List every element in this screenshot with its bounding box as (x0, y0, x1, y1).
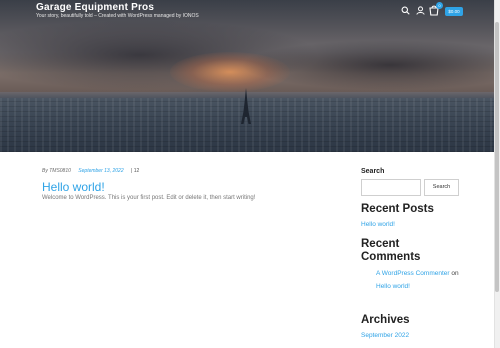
site-title[interactable]: Garage Equipment Pros (36, 2, 154, 13)
eiffel-tower-icon (241, 88, 251, 124)
search-button[interactable]: Search (424, 179, 459, 196)
comment-author-link[interactable]: A WordPress Commenter (376, 270, 450, 277)
search-icon[interactable] (401, 6, 410, 15)
hero-banner: Garage Equipment Pros Your story, beauti… (0, 0, 500, 152)
search-widget-heading: Search (361, 168, 385, 175)
comment-post-link[interactable]: Hello world! (376, 283, 410, 290)
post-excerpt: Welcome to WordPress. This is your first… (42, 195, 256, 201)
cart-count-badge: 0 (436, 2, 443, 9)
post-date[interactable]: September 13, 2022 (78, 168, 123, 174)
site-tagline: Your story, beautifully told – Created w… (36, 13, 199, 19)
cart-total-button[interactable]: $0.00 (445, 7, 463, 16)
user-icon[interactable] (416, 6, 425, 15)
post-author[interactable]: By TMS0810 (42, 168, 71, 174)
post-title[interactable]: Hello world! (42, 180, 105, 194)
archive-link[interactable]: September 2022 (361, 332, 409, 339)
recent-posts-heading: Recent Posts (361, 203, 434, 215)
search-input[interactable] (361, 179, 421, 196)
comment-on-text: on (451, 270, 459, 277)
archives-heading: Archives (361, 314, 410, 326)
recent-comments-heading: Recent Comments (361, 238, 421, 263)
scrollbar-thumb[interactable] (495, 22, 499, 292)
recent-post-link[interactable]: Hello world! (361, 221, 395, 228)
post-comments-count[interactable]: | 12 (131, 168, 139, 174)
recent-comment-item: A WordPress Commenter on Hello world! (376, 268, 460, 293)
post-meta: By TMS0810 September 13, 2022 | 12 (42, 168, 145, 174)
